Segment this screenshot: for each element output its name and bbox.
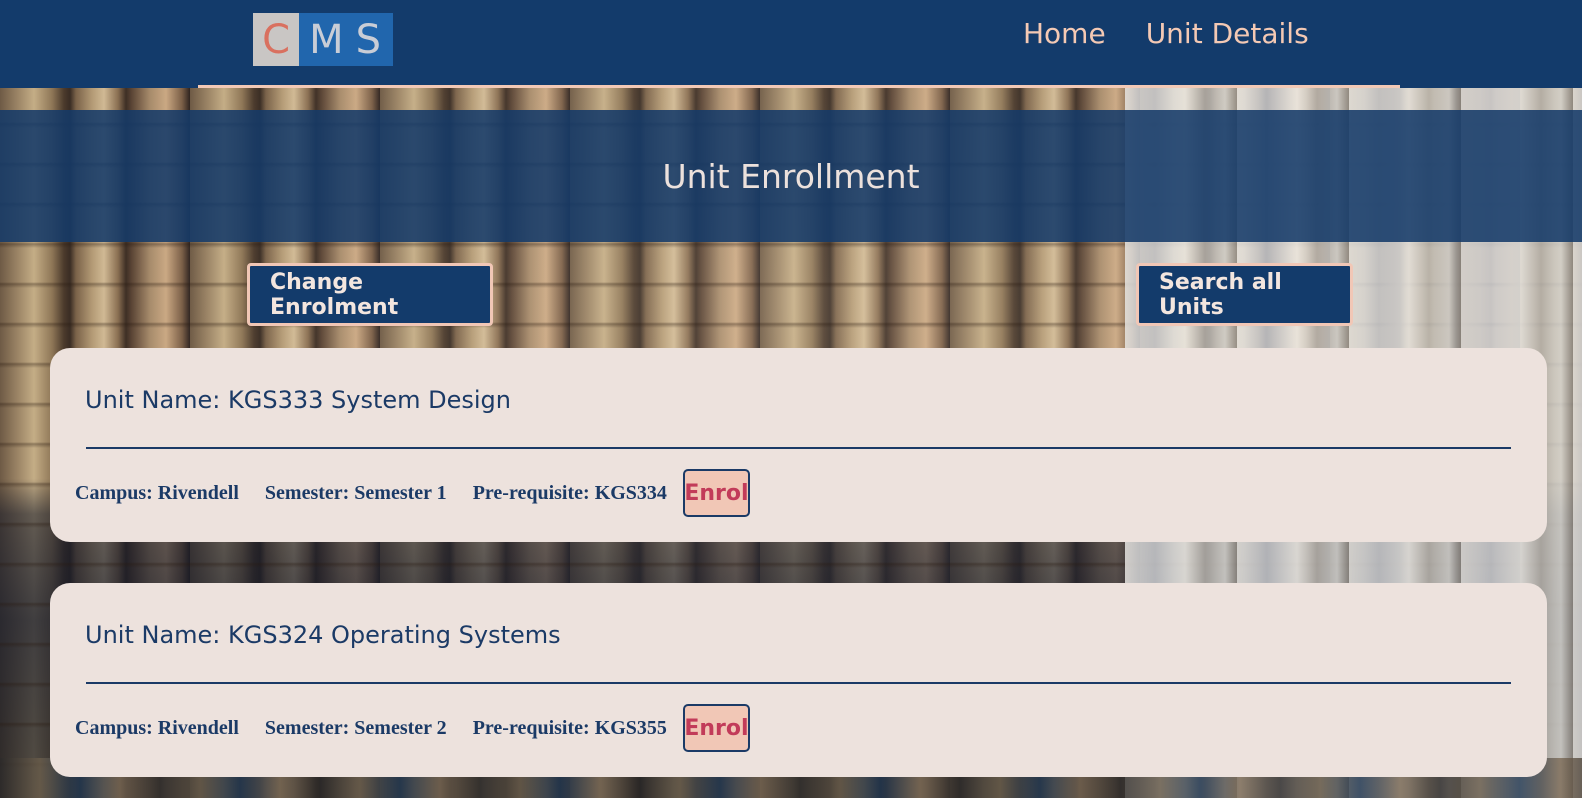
unit-campus: Campus: Rivendell bbox=[75, 716, 239, 739]
unit-campus: Campus: Rivendell bbox=[75, 481, 239, 504]
nav-link-home[interactable]: Home bbox=[1023, 17, 1106, 50]
search-all-units-button[interactable]: Search all Units bbox=[1136, 263, 1353, 326]
logo-letters-ms: MS bbox=[299, 13, 393, 66]
nav-links: Home Unit Details bbox=[1023, 17, 1309, 50]
enrol-button[interactable]: Enrol bbox=[682, 469, 750, 517]
unit-semester: Semester: Semester 2 bbox=[264, 716, 447, 739]
navbar-underline bbox=[198, 85, 1400, 88]
enrol-button[interactable]: Enrol bbox=[682, 704, 750, 752]
cms-logo[interactable]: C MS bbox=[253, 13, 393, 66]
unit-semester: Semester: Semester 1 bbox=[264, 481, 447, 504]
unit-name: Unit Name: KGS333 System Design bbox=[85, 386, 511, 414]
card-divider bbox=[86, 447, 1511, 449]
unit-meta: Campus: Rivendell Semester: Semester 2 P… bbox=[75, 704, 750, 752]
hero-banner: Unit Enrollment bbox=[0, 110, 1582, 242]
page-title: Unit Enrollment bbox=[662, 156, 920, 196]
unit-card: Unit Name: KGS324 Operating Systems Camp… bbox=[50, 583, 1547, 777]
navbar: C MS Home Unit Details bbox=[0, 0, 1582, 88]
nav-link-unit-details[interactable]: Unit Details bbox=[1146, 17, 1309, 50]
logo-letter-c: C bbox=[253, 13, 300, 66]
unit-name: Unit Name: KGS324 Operating Systems bbox=[85, 621, 561, 649]
unit-prerequisite: Pre-requisite: KGS355 bbox=[472, 716, 667, 739]
unit-prerequisite: Pre-requisite: KGS334 bbox=[472, 481, 667, 504]
change-enrolment-button[interactable]: Change Enrolment bbox=[247, 263, 493, 326]
card-divider bbox=[86, 682, 1511, 684]
unit-meta: Campus: Rivendell Semester: Semester 1 P… bbox=[75, 469, 750, 517]
unit-card: Unit Name: KGS333 System Design Campus: … bbox=[50, 348, 1547, 542]
